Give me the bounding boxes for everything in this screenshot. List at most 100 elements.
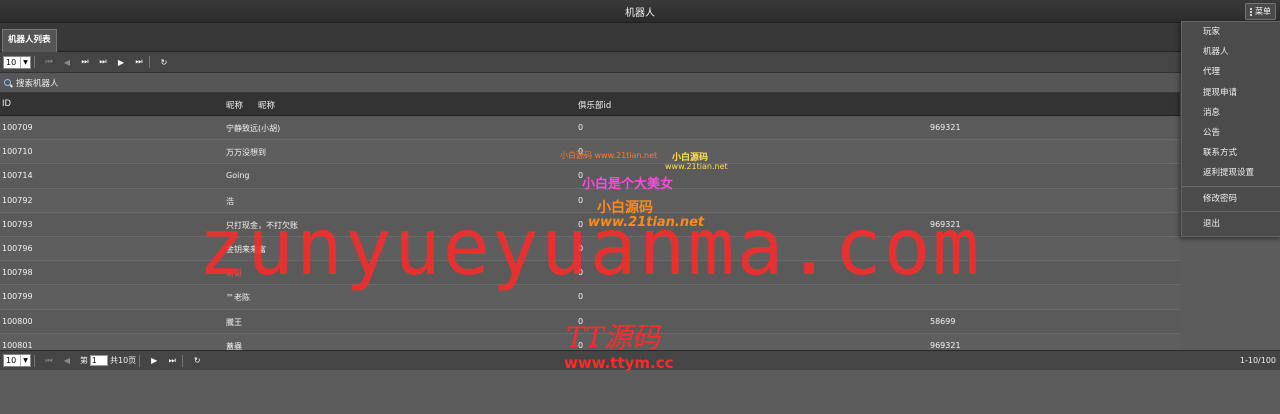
menu-item-6[interactable]: 联系方式	[1182, 143, 1280, 163]
menu-item-0[interactable]: 玩家	[1182, 22, 1280, 42]
cell-nickname: 浩	[226, 196, 234, 206]
cell-extra: 58699	[930, 316, 956, 326]
page-size-select[interactable]: 10 ▼	[3, 354, 31, 367]
first-page-icon[interactable]: ⏮	[42, 55, 56, 69]
cell-club-id: 0	[578, 316, 584, 326]
table-row[interactable]: 100800 騰王 0 58699	[0, 309, 1180, 334]
cell-id: 100796	[2, 243, 33, 253]
table-header: ID 昵称 昵称 俱乐部id	[0, 93, 1180, 116]
chevron-down-icon: ▼	[20, 56, 30, 68]
menu-item-4[interactable]: 消息	[1182, 103, 1280, 123]
table-row[interactable]: 100792 浩 0	[0, 188, 1180, 213]
prev-page-icon[interactable]: ◀	[60, 55, 74, 69]
tab-robot-list[interactable]: 机器人列表	[2, 29, 57, 52]
record-range: 1-10/100	[1239, 356, 1276, 365]
table-row[interactable]: 100799 ™老陈 0	[0, 285, 1180, 310]
menu-item-2[interactable]: 代理	[1182, 62, 1280, 82]
search-icon	[4, 78, 12, 87]
first-page-icon[interactable]: ⏮	[42, 354, 56, 368]
cell-club-id: 0	[578, 219, 584, 229]
column-header-id[interactable]: ID	[2, 99, 11, 109]
table-row[interactable]: 100709 宁静致远(小胡) 0 969321	[0, 116, 1180, 141]
cell-club-id: 0	[578, 171, 584, 181]
cell-club-id: 0	[578, 243, 584, 253]
cell-nickname: 宁静致远(小胡)	[226, 124, 281, 133]
more-vertical-icon	[1250, 7, 1252, 16]
separator	[139, 354, 141, 367]
cell-nickname: 万万没想到	[226, 148, 266, 158]
menu-item-logout[interactable]: 退出	[1182, 214, 1280, 234]
cell-id: 100793	[2, 219, 33, 229]
table-row[interactable]: 100793 只打现金，不打欠账 0 969321	[0, 212, 1180, 237]
cell-nickname: 金钥来来富	[226, 244, 266, 254]
cell-extra: 969321	[930, 219, 961, 229]
menu-button[interactable]: 菜单	[1245, 3, 1276, 20]
separator	[182, 354, 184, 367]
skip-forward-icon[interactable]: ⏭	[96, 55, 110, 69]
cell-id: 100792	[2, 195, 33, 205]
cell-id: 100800	[2, 316, 33, 326]
page-number-input[interactable]	[90, 355, 108, 366]
search-bar[interactable]: 搜索机器人	[0, 73, 1280, 93]
menu-divider	[1182, 185, 1280, 187]
skip-start-icon[interactable]: ⏭	[78, 55, 92, 69]
cell-nickname: Going	[226, 171, 250, 181]
prev-page-icon[interactable]: ◀	[60, 354, 74, 368]
menu-item-7[interactable]: 返利提现设置	[1182, 163, 1280, 183]
menu-item-change-password[interactable]: 修改密码	[1182, 189, 1280, 209]
table-row[interactable]: 100798 新哥 0	[0, 261, 1180, 286]
pager-toolbar: 10 ▼ ⏮ ◀ ⏭ ⏭ ▶ ⏭ ↻	[0, 52, 1280, 73]
menu-item-3[interactable]: 提现申请	[1182, 83, 1280, 103]
table-row[interactable]: 100710 万万没想到 0	[0, 140, 1180, 165]
cell-id: 100714	[2, 171, 33, 181]
page-prefix: 第	[80, 356, 88, 365]
app-title: 机器人	[625, 8, 655, 19]
refresh-icon[interactable]: ↻	[157, 55, 171, 69]
chevron-down-icon: ▼	[20, 355, 30, 366]
cell-id: 100801	[2, 340, 33, 350]
page-size-value: 10	[6, 57, 17, 67]
refresh-icon[interactable]: ↻	[190, 354, 204, 368]
cell-extra: 969321	[930, 340, 961, 350]
cell-club-id: 0	[578, 268, 584, 278]
cell-club-id: 0	[578, 123, 584, 132]
page-size-select[interactable]: 10 ▼	[3, 55, 31, 69]
table-row[interactable]: 100796 金钥来来富 0	[0, 236, 1180, 262]
cell-id: 100798	[2, 268, 33, 278]
menu-item-5[interactable]: 公告	[1182, 123, 1280, 143]
cell-nickname: 新哥	[226, 269, 242, 279]
cell-club-id: 0	[578, 147, 584, 157]
menu-item-1[interactable]: 机器人	[1182, 42, 1280, 62]
column-header-nickname[interactable]: 昵称	[226, 99, 243, 111]
cell-nickname: 只打现金，不打欠账	[226, 220, 298, 230]
table-body: 100709 宁静致远(小胡) 0 969321 100710 万万没想到 0 100714 G…	[0, 116, 1180, 358]
cell-id: 100709	[2, 123, 33, 132]
cell-nickname: ™老陈	[226, 293, 250, 303]
menu-button-label: 菜单	[1255, 7, 1271, 16]
cell-club-id: 0	[578, 195, 584, 205]
separator	[34, 56, 35, 68]
next-page-icon[interactable]: ▶	[147, 354, 161, 368]
main-menu-dropdown: 玩家 机器人 代理 提现申请 消息 公告 联系方式 返利提现设置 修改密码 退出	[1181, 21, 1280, 237]
page-total: 共10页	[110, 356, 137, 365]
cell-club-id: 0	[578, 292, 584, 302]
cell-id: 100710	[2, 147, 33, 157]
column-header-club-id[interactable]: 俱乐部id	[578, 99, 611, 111]
column-header-nickname-2[interactable]: 昵称	[258, 99, 275, 111]
last-page-icon[interactable]: ⏭	[132, 55, 146, 69]
last-page-icon[interactable]: ⏭	[165, 354, 179, 368]
search-label[interactable]: 搜索机器人	[16, 77, 59, 89]
tab-strip: 机器人列表	[0, 23, 1280, 52]
table-row[interactable]: 100714 Going 0	[0, 164, 1180, 189]
cell-id: 100799	[2, 292, 33, 302]
cell-extra: 969321	[930, 123, 961, 132]
cell-club-id: 0	[578, 340, 584, 350]
separator	[149, 56, 150, 68]
title-bar: 机器人 菜单	[0, 0, 1280, 23]
separator	[34, 354, 35, 367]
menu-divider	[1182, 210, 1280, 212]
page-size-value: 10	[6, 356, 17, 365]
pager-footer: 10 ▼ ⏮ ◀ 第 共10页 ▶ ⏭ ↻ 1-10/100	[0, 350, 1280, 370]
cell-nickname: 騰王	[226, 317, 242, 327]
next-page-icon[interactable]: ▶	[114, 55, 128, 69]
